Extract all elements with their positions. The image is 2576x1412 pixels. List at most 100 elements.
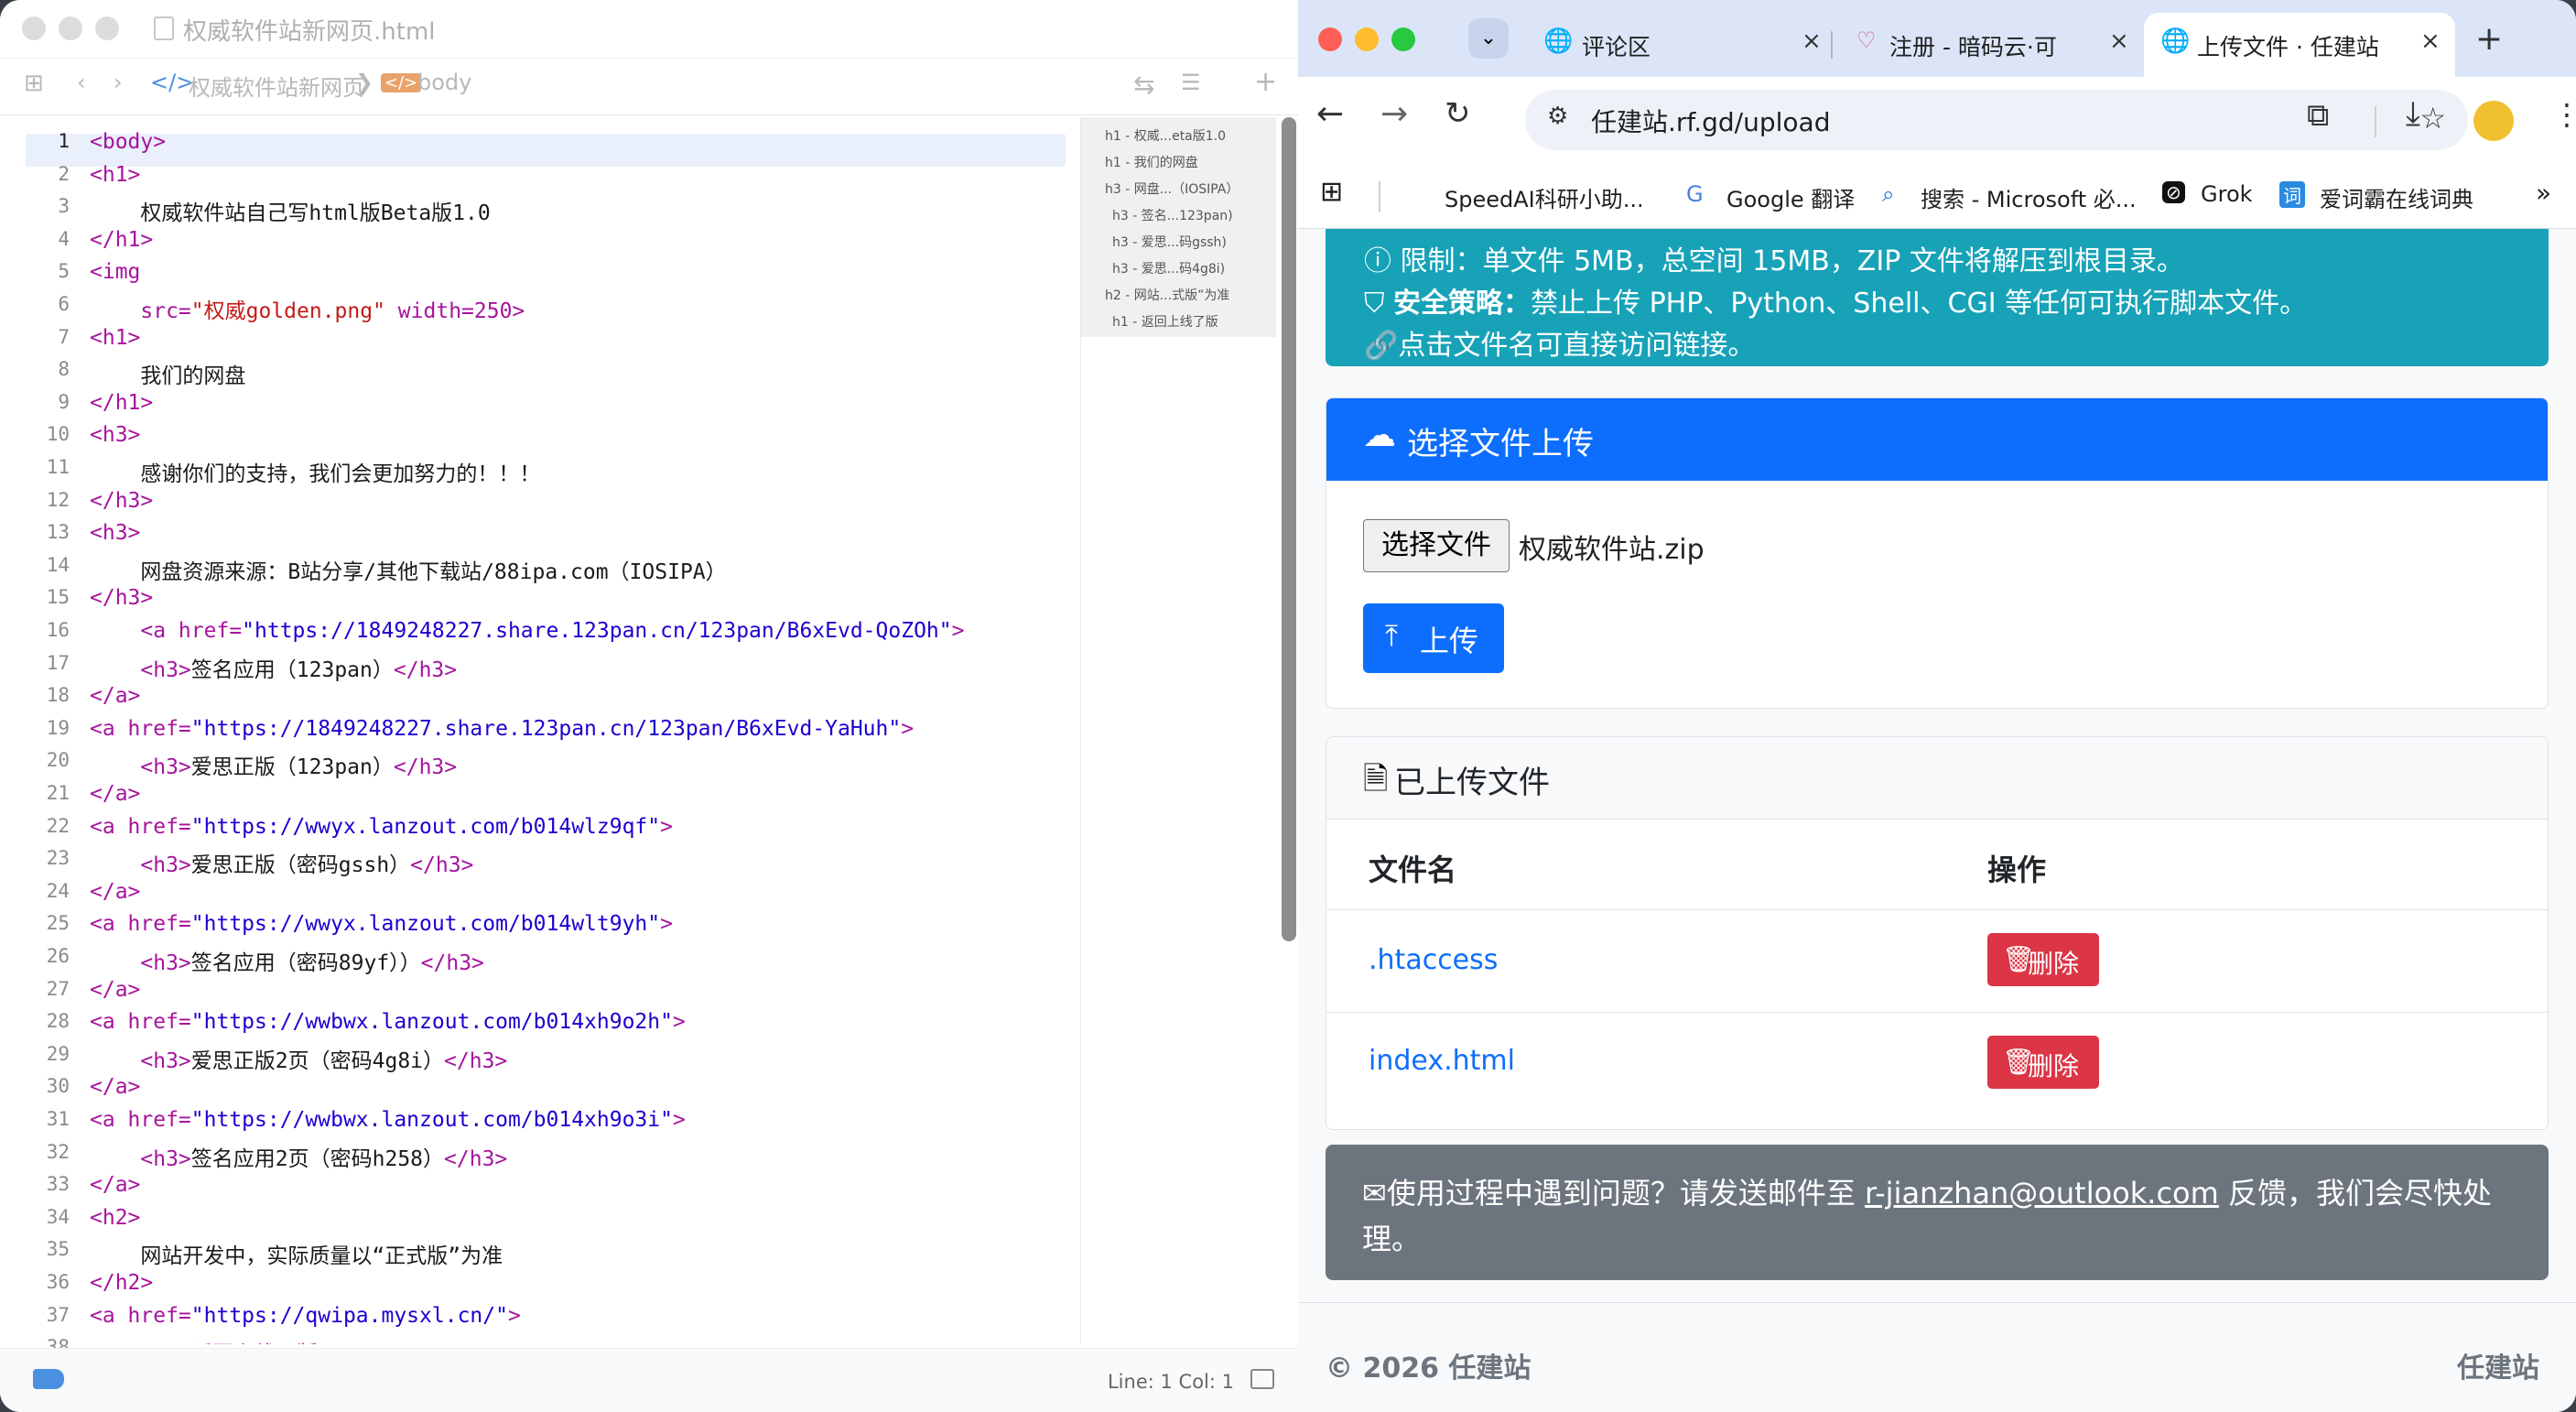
code-line[interactable]: </a> [90,1173,140,1206]
breadcrumb-node[interactable]: body [417,70,471,95]
code-line[interactable]: </a> [90,684,140,717]
outline-item[interactable]: h1 - 我们的网盘 [1105,153,1198,171]
outline-item[interactable]: h3 - 签名...123pan) [1112,206,1233,224]
code-line[interactable]: <img [90,260,140,293]
close-tab-icon[interactable]: × [2109,27,2129,55]
new-tab-icon[interactable]: + [2475,20,2503,58]
code-line[interactable]: <h3>爱思正版（123pan）</h3> [90,749,457,782]
more-menu-icon[interactable]: ⋮ [2552,97,2576,132]
url-text[interactable]: 任建站.rf.gd/upload [1591,103,1830,139]
code-line[interactable]: <h1>返回上线了版</h1> [90,1336,381,1344]
panel-toggle-icon[interactable] [1250,1369,1274,1389]
grid-icon[interactable]: ⊞ [24,70,44,97]
code-line[interactable]: <body> [90,130,166,163]
swap-icon[interactable]: ⇆ [1133,70,1154,100]
code-line[interactable]: <h3>爱思正版2页（密码4g8i）</h3> [90,1043,507,1076]
code-line[interactable]: 网盘资源来源：B站分享/其他下载站/88ipa.com（IOSIPA） [90,554,726,587]
minimize-window-button[interactable] [59,16,82,40]
outline-item[interactable]: h2 - 网站...式版”为准 [1105,286,1229,304]
code-line[interactable]: <h1> [90,326,140,359]
code-line[interactable]: <a href="https://1849248227.share.123pan… [90,717,914,750]
code-line[interactable]: </h1> [90,228,153,261]
code-line[interactable]: <h3>爱思正版（密码gssh）</h3> [90,847,473,880]
bookmark-bing[interactable]: 搜索 - Microsoft 必... [1921,181,2137,213]
more-bookmarks-icon[interactable]: » [2536,178,2551,208]
code-line[interactable]: </h2> [90,1271,153,1304]
code-line[interactable]: 我们的网盘 [90,358,245,391]
code-line[interactable]: </h3> [90,586,153,619]
close-tab-icon[interactable]: × [2420,27,2441,55]
upload-button[interactable]: ⤒ 上传 [1363,603,1504,673]
zoom-window-button[interactable] [95,16,119,40]
bookmark-iciba[interactable]: 爱词霸在线词典 [2320,181,2473,213]
tab-register[interactable]: ♡ 注册 - 暗码云·可 × [1836,13,2144,77]
tab-upload-active[interactable]: 🌐 上传文件 · 任建站 × [2144,13,2455,77]
close-window-button[interactable] [22,16,46,40]
bookmark-grok[interactable]: Grok [2201,181,2253,207]
inspector-icon[interactable]: ☰ [1181,70,1201,95]
extensions-icon[interactable]: ⧉ [2307,97,2329,134]
reload-icon[interactable]: ↻ [1445,95,1471,132]
code-area[interactable]: <body> <h1> 权威软件站自己写html版Beta版1.0 </h1> <im… [90,117,1078,1344]
outline-item[interactable]: h1 - 返回上线了版 [1112,312,1218,331]
code-line[interactable]: <h3>签名应用（密码89yf））</h3> [90,945,484,978]
avatar[interactable] [2473,101,2514,141]
code-line[interactable]: <a href="https://wwyx.lanzout.com/b014wl… [90,912,673,945]
code-line[interactable]: </a> [90,782,140,815]
choose-file-button[interactable]: 选择文件 [1363,519,1510,572]
code-line[interactable]: </h3> [90,489,153,522]
code-line[interactable]: 网站开发中，实际质量以“正式版”为准 [90,1238,503,1271]
code-line[interactable]: </a> [90,880,140,913]
line-number-gutter: 1 2 3 4 5 6 7 8 9 10 11 12 13 14 15 16 17 18 19 20 21 22 23 24 2… [0,117,86,1358]
code-line[interactable]: <a href="https://1849248227.share.123pan… [90,619,964,652]
code-line[interactable]: <h3> [90,423,140,456]
outline-item[interactable]: h3 - 爱思...码gssh) [1112,233,1227,251]
code-line[interactable]: <h3> [90,521,140,554]
tab-comments[interactable]: 🌐 评论区 × [1523,13,1831,77]
back-arrow-icon[interactable]: ‹ [77,70,86,95]
delete-button[interactable]: 🗑 删除 [1987,933,2099,986]
back-icon[interactable]: ← [1316,95,1344,133]
breadcrumb-file[interactable]: 权威软件站新网页 [189,70,364,102]
code-line[interactable]: 权威软件站自己写html版Beta版1.0 [90,195,490,228]
bookmark-speedai[interactable]: SpeedAI科研小助... [1445,181,1644,213]
contact-email-link[interactable]: r-jianzhan@outlook.com [1865,1176,2219,1211]
code-line[interactable]: <h1> [90,163,140,196]
code-line[interactable]: <a href="https://wwyx.lanzout.com/b014wl… [90,815,673,848]
file-link-index[interactable]: index.html [1369,1045,1515,1077]
code-line[interactable]: src="权威golden.png" width=250> [90,293,525,326]
zoom-window-button[interactable] [1391,27,1415,51]
code-line[interactable]: </a> [90,978,140,1011]
code-line[interactable]: <h3>签名应用（123pan）</h3> [90,652,457,685]
vertical-scrollbar[interactable] [1282,117,1296,941]
outline-item[interactable]: h3 - 网盘...（IOSIPA） [1105,179,1239,198]
bookmark-star-icon[interactable]: ☆ [2419,101,2446,136]
tag-icon[interactable] [33,1369,64,1389]
tab-search-chevron-icon[interactable]: ⌄ [1468,18,1509,59]
site-settings-icon[interactable]: ⚙ [1547,103,1568,130]
forward-icon[interactable]: → [1380,95,1408,133]
code-token: 感谢你们的支持，我们会更加努力的！！！ [90,462,541,486]
outline-item[interactable]: h1 - 权威...eta版1.0 [1105,126,1226,145]
apps-grid-icon[interactable]: ⊞ [1320,176,1343,208]
code-line[interactable]: <a href="https://qwipa.mysxl.cn/"> [90,1304,521,1337]
outline-item[interactable]: h3 - 爱思...码4g8i) [1112,259,1225,277]
footer-brand[interactable]: 任建站 [2457,1345,2539,1385]
forward-arrow-icon[interactable]: › [114,70,123,95]
code-line[interactable]: <h3>签名应用2页（密码h258）</h3> [90,1141,507,1174]
bookmark-google-translate[interactable]: Google 翻译 [1726,181,1855,213]
code-line[interactable]: <a href="https://wwbwx.lanzout.com/b014x… [90,1010,686,1043]
delete-button[interactable]: 🗑 删除 [1987,1036,2099,1089]
code-line[interactable]: </h1> [90,391,153,424]
code-line[interactable]: <h2> [90,1206,140,1239]
close-window-button[interactable] [1318,27,1342,51]
add-icon[interactable]: + [1254,66,1277,98]
minimap-outline[interactable]: h1 - 权威...eta版1.0 h1 - 我们的网盘 h3 - 网盘...（IO… [1080,117,1276,337]
code-line[interactable]: 感谢你们的支持，我们会更加努力的！！！ [90,456,540,489]
minimize-window-button[interactable] [1355,27,1379,51]
file-link-htaccess[interactable]: .htaccess [1369,944,1498,976]
download-icon[interactable]: ⤓ [2406,95,2420,134]
code-line[interactable]: <a href="https://wwbwx.lanzout.com/b014x… [90,1108,686,1141]
code-line[interactable]: </a> [90,1075,140,1108]
close-tab-icon[interactable]: × [1802,27,1822,55]
